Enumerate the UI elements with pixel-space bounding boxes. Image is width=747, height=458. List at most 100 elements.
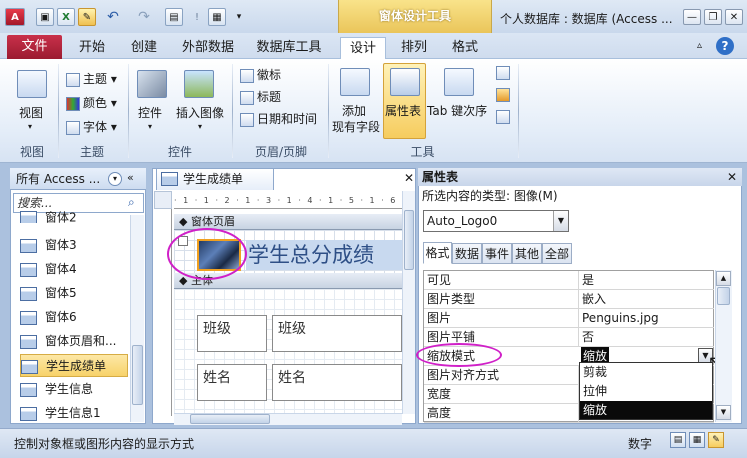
- form-icon: [20, 406, 37, 421]
- table-row[interactable]: 可见是: [424, 271, 714, 290]
- tab-other-props[interactable]: 其他: [512, 243, 542, 264]
- fonts-button[interactable]: 字体 ▾: [66, 118, 117, 135]
- scroll-thumb[interactable]: [404, 210, 414, 270]
- shutter-bar-icon[interactable]: «: [127, 171, 134, 184]
- highlight-circle-size-mode: [416, 343, 502, 367]
- redo-icon[interactable]: ↷: [132, 8, 156, 26]
- convert-macro-icon[interactable]: [496, 110, 510, 124]
- save-icon[interactable]: ▣: [36, 8, 54, 26]
- list-item-selected[interactable]: 学生成绩单: [20, 354, 128, 377]
- section-expand-icon: ◆: [179, 215, 191, 228]
- form-title-label[interactable]: 学生总分成绩: [246, 240, 402, 270]
- colors-button[interactable]: 颜色 ▾: [66, 94, 117, 111]
- group-separator: [128, 64, 129, 158]
- datetime-button[interactable]: 日期和时间: [240, 110, 317, 127]
- list-item[interactable]: 窗体2: [20, 211, 77, 223]
- list-item[interactable]: 窗体5: [20, 282, 77, 305]
- insert-image-button[interactable]: 插入图像: [176, 104, 224, 121]
- scroll-down-icon[interactable]: ▼: [716, 405, 731, 420]
- form-selector[interactable]: [154, 191, 172, 209]
- tab-order-button[interactable]: Tab 键次序: [427, 102, 487, 119]
- tab-event-props[interactable]: 事件: [482, 243, 512, 264]
- dropdown-option-stretch[interactable]: 拉伸: [580, 382, 712, 400]
- add-fields-button-line2[interactable]: 现有字段: [332, 118, 380, 135]
- property-sheet-label: 属性表: [385, 104, 422, 118]
- calendar-icon: [240, 112, 254, 127]
- list-item[interactable]: 窗体页眉和...: [20, 330, 116, 353]
- tab-database-tools[interactable]: 数据库工具: [250, 37, 328, 59]
- layout-view-icon[interactable]: ▦: [689, 432, 705, 448]
- excel-icon[interactable]: X: [57, 8, 75, 26]
- close-icon[interactable]: ✕: [404, 171, 414, 185]
- object-selector[interactable]: Auto_Logo0: [423, 210, 569, 232]
- form-icon[interactable]: ▤: [165, 8, 183, 26]
- class-label[interactable]: 班级: [197, 315, 267, 352]
- add-fields-button-line1[interactable]: 添加: [342, 102, 366, 119]
- tab-format[interactable]: 格式: [442, 37, 488, 59]
- minimize-button[interactable]: —: [683, 9, 701, 25]
- table-row[interactable]: 图片 Penguins.jpg: [424, 309, 714, 328]
- horizontal-ruler: · 1 · 1 · 2 · 1 · 3 · 1 · 4 · 1 · 5 · 1 …: [174, 191, 402, 209]
- minimize-ribbon-icon[interactable]: ▵: [697, 40, 702, 51]
- table-icon[interactable]: ▦: [208, 8, 226, 26]
- tab-file[interactable]: 文件: [7, 35, 62, 59]
- scroll-thumb[interactable]: [717, 287, 730, 305]
- customize-icon[interactable]: ▾: [230, 8, 248, 26]
- name-label[interactable]: 姓名: [197, 364, 267, 401]
- name-textbox[interactable]: 姓名: [272, 364, 402, 401]
- dropdown-option-zoom[interactable]: 缩放: [580, 401, 712, 419]
- chevron-down-icon[interactable]: ▾: [148, 122, 152, 131]
- group-label-tools: 工具: [410, 145, 435, 159]
- design-view-status-icon[interactable]: ✎: [708, 432, 724, 448]
- title-icon: [240, 90, 254, 105]
- design-view-icon[interactable]: ✎: [78, 8, 96, 26]
- title-button[interactable]: 标题: [240, 88, 281, 105]
- form-icon: [20, 238, 37, 253]
- tab-data-props[interactable]: 数据: [452, 243, 482, 264]
- subform-icon[interactable]: [496, 66, 510, 80]
- tab-design[interactable]: 设计: [340, 37, 386, 59]
- property-sheet-title: 属性表: [418, 168, 742, 186]
- insert-image-icon: [184, 70, 214, 98]
- restore-button[interactable]: ❐: [704, 9, 722, 25]
- class-textbox[interactable]: 班级: [272, 315, 402, 352]
- list-item[interactable]: 窗体3: [20, 234, 77, 257]
- code-icon[interactable]: [496, 88, 510, 102]
- chevron-down-icon[interactable]: ▾: [28, 122, 32, 131]
- chevron-down-icon[interactable]: ▼: [553, 211, 568, 231]
- nav-menu-chevron-icon[interactable]: ▾: [108, 172, 122, 186]
- nav-search-input[interactable]: 搜索...: [13, 193, 144, 213]
- controls-button[interactable]: 控件: [138, 104, 162, 121]
- separator-icon: !: [194, 11, 199, 23]
- group-separator: [58, 64, 59, 158]
- tab-arrange[interactable]: 排列: [392, 37, 436, 59]
- list-item[interactable]: 学生信息: [20, 378, 93, 401]
- form-view-icon[interactable]: ▤: [670, 432, 686, 448]
- tab-create[interactable]: 创建: [120, 37, 168, 59]
- logo-button[interactable]: 徽标: [240, 66, 281, 83]
- table-row[interactable]: 图片类型 嵌入: [424, 290, 714, 309]
- close-icon[interactable]: ✕: [727, 170, 737, 184]
- theme-button[interactable]: 主题 ▾: [66, 70, 117, 87]
- chevron-down-icon[interactable]: ▾: [198, 122, 202, 131]
- scroll-thumb[interactable]: [132, 345, 143, 405]
- group-separator: [328, 64, 329, 158]
- search-icon[interactable]: ⌕: [128, 195, 135, 210]
- scroll-up-icon[interactable]: ▲: [716, 271, 731, 286]
- close-button[interactable]: ✕: [725, 9, 743, 25]
- nav-pane-header[interactable]: 所有 Access ...: [10, 168, 146, 190]
- list-item[interactable]: 窗体4: [20, 258, 77, 281]
- tab-home[interactable]: 开始: [70, 37, 114, 59]
- undo-icon[interactable]: ↶: [101, 8, 125, 26]
- list-item[interactable]: 学生信息1: [20, 402, 101, 425]
- scroll-thumb[interactable]: [190, 414, 270, 424]
- list-item[interactable]: 窗体6: [20, 306, 77, 329]
- tab-format-props[interactable]: 格式: [423, 242, 452, 264]
- help-icon[interactable]: ?: [716, 37, 734, 55]
- access-app-icon[interactable]: A: [5, 8, 25, 26]
- tab-external-data[interactable]: 外部数据: [176, 37, 240, 59]
- tab-all-props[interactable]: 全部: [542, 243, 572, 264]
- view-button[interactable]: 视图: [19, 104, 43, 121]
- form-icon: [21, 359, 38, 374]
- dropdown-option-clip[interactable]: 剪裁: [580, 363, 712, 381]
